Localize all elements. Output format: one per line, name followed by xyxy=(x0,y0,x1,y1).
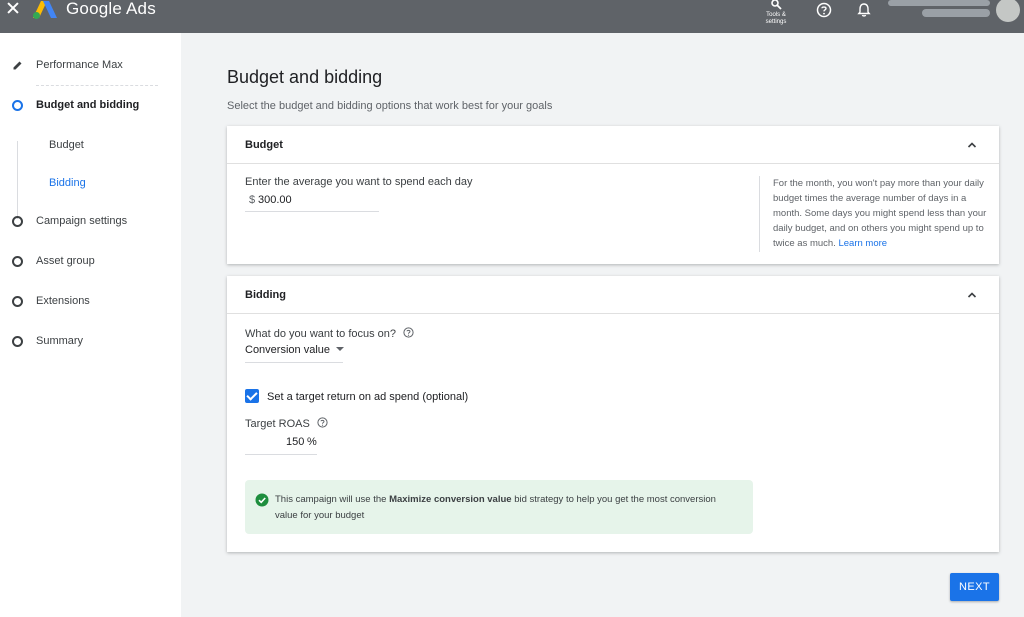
step-performance-max[interactable]: Performance Max xyxy=(0,56,181,76)
step-budget-and-bidding[interactable]: Budget and bidding xyxy=(0,96,181,116)
notice-text-start: This campaign will use the xyxy=(275,494,390,505)
divider xyxy=(36,85,158,86)
step-label: Performance Max xyxy=(36,59,123,71)
focus-label: What do you want to focus on? xyxy=(245,327,414,340)
daily-budget-input[interactable]: $ 300.00 xyxy=(245,192,379,212)
help-icon[interactable] xyxy=(816,2,832,18)
target-roas-checkbox-label[interactable]: Set a target return on ad spend (optiona… xyxy=(267,391,468,403)
focus-label-text: What do you want to focus on? xyxy=(245,328,397,340)
chevron-up-icon[interactable] xyxy=(967,140,977,150)
tools-and-settings-button[interactable]: Tools & settings xyxy=(760,0,792,26)
learn-more-link[interactable]: Learn more xyxy=(838,238,887,249)
bid-strategy-notice-text: This campaign will use the Maximize conv… xyxy=(275,492,735,524)
pencil-icon xyxy=(13,61,22,70)
bidding-card: Bidding What do you want to focus on? Co… xyxy=(227,276,999,552)
focus-dropdown[interactable]: Conversion value xyxy=(245,344,344,356)
page-subtitle: Select the budget and bidding options th… xyxy=(227,100,553,112)
step-label: Summary xyxy=(36,335,84,347)
target-roas-label-text: Target ROAS xyxy=(245,418,310,430)
substep-budget[interactable]: Budget xyxy=(49,139,84,151)
step-extensions[interactable]: Extensions xyxy=(0,292,181,312)
page-title: Budget and bidding xyxy=(227,67,383,87)
bidding-card-header[interactable]: Bidding xyxy=(227,276,999,314)
step-asset-group[interactable]: Asset group xyxy=(0,252,181,272)
step-label: Campaign settings xyxy=(36,215,128,227)
current-step-circle-icon xyxy=(12,100,23,111)
wrench-search-icon xyxy=(771,0,782,10)
step-circle-icon xyxy=(12,216,23,227)
step-campaign-settings[interactable]: Campaign settings xyxy=(0,212,181,232)
target-roas-checkbox[interactable] xyxy=(245,389,259,403)
input-underline xyxy=(245,211,379,212)
substep-bidding[interactable]: Bidding xyxy=(49,177,86,189)
notice-strategy-name: Maximize conversion value xyxy=(389,494,512,505)
check-circle-icon xyxy=(255,493,269,507)
help-outline-icon[interactable] xyxy=(317,417,328,428)
step-summary[interactable]: Summary xyxy=(0,332,181,352)
step-circle-icon xyxy=(12,256,23,267)
help-outline-icon[interactable] xyxy=(403,327,414,338)
target-roas-value: 150 xyxy=(286,436,305,448)
product-name: Google Ads xyxy=(66,0,156,18)
step-circle-icon xyxy=(12,336,23,347)
target-roas-input[interactable]: 150 % xyxy=(245,433,317,455)
next-button[interactable]: NEXT xyxy=(950,573,999,601)
dropdown-arrow-icon xyxy=(336,347,344,351)
vertical-divider xyxy=(759,176,760,252)
target-roas-unit: % xyxy=(307,436,317,448)
budget-info-text: For the month, you won't pay more than y… xyxy=(773,176,989,251)
currency-symbol: $ xyxy=(249,194,256,206)
budget-card-title: Budget xyxy=(245,139,283,151)
campaign-steps-sidebar: Performance Max Budget and bidding Budge… xyxy=(0,33,181,617)
step-circle-icon xyxy=(12,296,23,307)
daily-budget-label: Enter the average you want to spend each… xyxy=(245,176,473,188)
notifications-bell-icon[interactable] xyxy=(856,2,872,18)
chevron-up-icon[interactable] xyxy=(967,290,977,300)
bidding-card-title: Bidding xyxy=(245,289,286,301)
input-underline xyxy=(245,454,317,455)
google-ads-logo-icon xyxy=(33,1,57,19)
close-icon[interactable] xyxy=(6,1,20,15)
budget-card: Budget Enter the average you want to spe… xyxy=(227,126,999,264)
step-label: Extensions xyxy=(36,295,90,307)
budget-card-header[interactable]: Budget xyxy=(227,126,999,164)
substep-line xyxy=(17,141,18,219)
daily-budget-value: 300.00 xyxy=(258,194,292,206)
target-roas-label: Target ROAS xyxy=(245,417,328,430)
avatar[interactable] xyxy=(996,0,1020,22)
step-label: Asset group xyxy=(36,255,95,267)
top-app-bar: Google Ads Tools & settings xyxy=(0,0,1024,33)
account-id-redacted xyxy=(922,9,990,17)
dropdown-underline xyxy=(245,362,343,363)
tools-label: Tools & settings xyxy=(765,12,787,25)
focus-dropdown-value: Conversion value xyxy=(245,344,330,356)
step-label: Budget and bidding xyxy=(36,99,140,111)
bid-strategy-notice: This campaign will use the Maximize conv… xyxy=(245,480,753,534)
account-name-redacted xyxy=(888,0,990,6)
